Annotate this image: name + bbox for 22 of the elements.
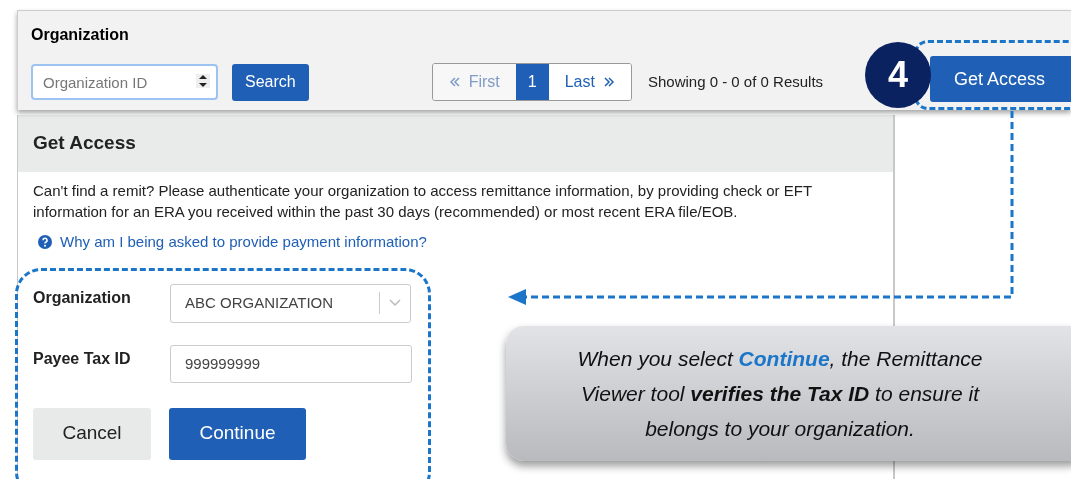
field-label: Payee Tax ID bbox=[33, 348, 132, 369]
pagination-button[interactable]: 1 bbox=[515, 64, 549, 100]
cancel-button[interactable]: Cancel bbox=[33, 407, 151, 460]
pagination-button[interactable]: Last bbox=[548, 64, 631, 100]
panel-title: Get Access bbox=[33, 131, 136, 156]
double-left-chevron-icon bbox=[448, 76, 461, 88]
field-label: Organization bbox=[33, 287, 132, 308]
search-button[interactable]: Search bbox=[232, 63, 309, 101]
tax-id-field[interactable]: 999999999 bbox=[170, 344, 412, 383]
help-link[interactable]: Why am I being asked to provide payment information? bbox=[60, 231, 427, 254]
section-title: Organization bbox=[31, 25, 130, 45]
description-text: Can't find a remit? Please authenticate your organization to access remittance information, by providing check or EFT information for an ERA you received within the past 30 days (recommended) or most recent ERA file/EOB. bbox=[33, 181, 813, 222]
callout-text: When you select Continue, the Remittance Viewer tool verifies the Tax ID to ensure it belongs to your organization. bbox=[576, 346, 984, 442]
continue-button[interactable]: Continue bbox=[169, 407, 306, 460]
organization-select[interactable]: ABC ORGANIZATION bbox=[170, 283, 411, 323]
results-summary: Showing 0 - 0 of 0 Results bbox=[647, 71, 824, 92]
organization-id-field[interactable]: Organization ID bbox=[31, 64, 218, 100]
spinner-icon bbox=[196, 74, 210, 88]
double-right-chevron-icon bbox=[602, 76, 615, 88]
chevron-down-icon bbox=[388, 298, 402, 308]
get-access-button[interactable]: Get Access bbox=[930, 56, 1071, 102]
help-icon bbox=[38, 235, 52, 250]
